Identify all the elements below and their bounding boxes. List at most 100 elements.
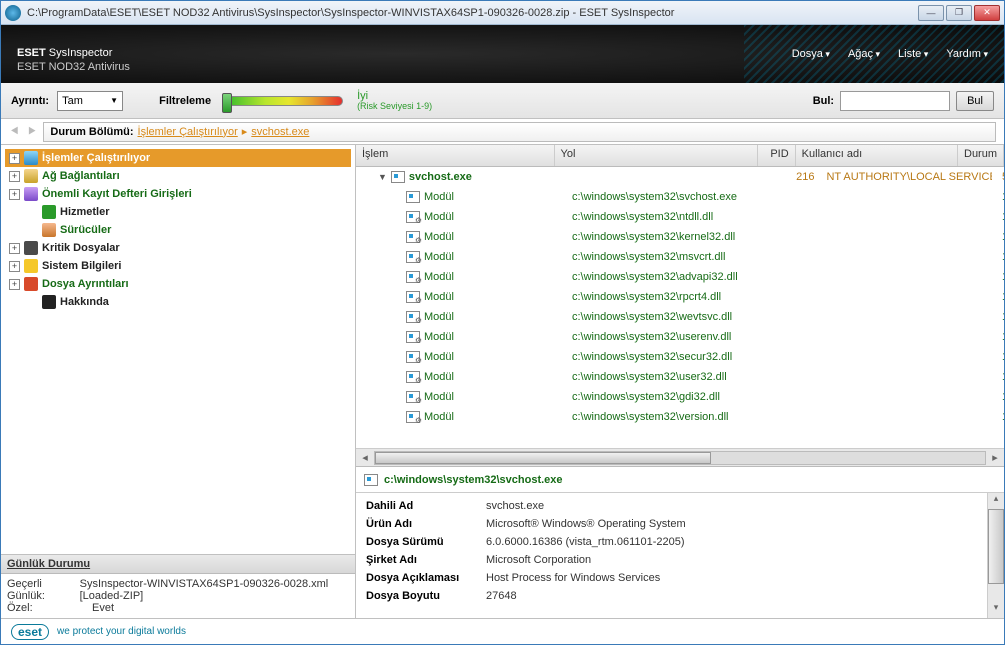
menu-tree[interactable]: Ağaç: [848, 48, 880, 60]
module-icon: [406, 411, 420, 423]
table-row-module[interactable]: Modülc:\windows\system32\version.dll1: İ…: [356, 407, 1004, 427]
details-path: c:\windows\system32\svchost.exe: [384, 474, 563, 486]
detail-label: Ayrıntı:: [11, 95, 49, 107]
tree-item-reg[interactable]: +Önemli Kayıt Defteri Girişleri: [5, 185, 351, 203]
tree-label: Hakkında: [60, 296, 109, 308]
scroll-thumb[interactable]: [375, 452, 711, 464]
nav-forward-icon[interactable]: ⯈: [26, 123, 37, 140]
table-row-module[interactable]: Modülc:\windows\system32\secur32.dll1: İ…: [356, 347, 1004, 367]
table-row-module[interactable]: Modülc:\windows\system32\gdi32.dll1: İyi: [356, 387, 1004, 407]
breadcrumb: Durum Bölümü: İşlemler Çalıştırılıyor ▸ …: [43, 122, 996, 142]
col-pid[interactable]: PID: [758, 145, 796, 166]
table-row-module[interactable]: Modülc:\windows\system32\msvcrt.dll1: İy…: [356, 247, 1004, 267]
log-key-special: Özel:: [7, 602, 92, 614]
close-button[interactable]: ✕: [974, 5, 1000, 21]
ic-svc-icon: [42, 205, 56, 219]
minimize-button[interactable]: —: [918, 5, 944, 21]
breadcrumb-part1[interactable]: İşlemler Çalıştırılıyor: [138, 126, 238, 138]
expand-icon[interactable]: +: [9, 153, 20, 164]
tree-item-net[interactable]: +Ağ Bağlantıları: [5, 167, 351, 185]
app-icon: [5, 5, 21, 21]
tree-label: Sürücüler: [60, 224, 111, 236]
banner: ESET SysInspector ESET NOD32 Antivirus D…: [1, 25, 1004, 83]
col-path[interactable]: Yol: [555, 145, 758, 166]
menu-file[interactable]: Dosya: [792, 48, 830, 60]
tree-item-file[interactable]: +Dosya Ayrıntıları: [5, 275, 351, 293]
breadcrumb-part2[interactable]: svchost.exe: [251, 126, 309, 138]
tree-item-sys[interactable]: +Sistem Bilgileri: [5, 257, 351, 275]
table-row-module[interactable]: Modülc:\windows\system32\rpcrt4.dll1: İy…: [356, 287, 1004, 307]
table-row-module[interactable]: Modülc:\windows\system32\user32.dll1: İy…: [356, 367, 1004, 387]
tree-item-drv[interactable]: Sürücüler: [5, 221, 351, 239]
expand-icon[interactable]: +: [9, 243, 20, 254]
tree-label: İşlemler Çalıştırılıyor: [42, 152, 150, 164]
table-row-module[interactable]: Modülc:\windows\system32\userenv.dll1: İ…: [356, 327, 1004, 347]
expand-icon[interactable]: [27, 207, 38, 218]
detail-row: Dosya AçıklamasıHost Process for Windows…: [366, 569, 994, 587]
log-key-current: Geçerli Günlük:: [7, 578, 80, 602]
table-row-module[interactable]: Modülc:\windows\system32\ntdll.dll1: İyi: [356, 207, 1004, 227]
toolbar: Ayrıntı: Tam Filtreleme İyi (Risk Seviye…: [1, 83, 1004, 119]
table-row-module[interactable]: Modülc:\windows\system32\wevtsvc.dll1: İ…: [356, 307, 1004, 327]
detail-row: Şirket AdıMicrosoft Corporation: [366, 551, 994, 569]
table-row-module[interactable]: Modülc:\windows\system32\svchost.exe1: İ…: [356, 187, 1004, 207]
detail-row: Dosya Sürümü6.0.6000.16386 (vista_rtm.06…: [366, 533, 994, 551]
window-title: C:\ProgramData\ESET\ESET NOD32 Antivirus…: [27, 7, 918, 19]
titlebar: C:\ProgramData\ESET\ESET NOD32 Antivirus…: [1, 1, 1004, 25]
grid-body[interactable]: ▼svchost.exe216NT AUTHORITY\LOCAL SERVIC…: [356, 167, 1004, 448]
brand-eset: ESET: [17, 47, 49, 59]
module-icon: [406, 191, 420, 203]
col-process[interactable]: İşlem: [356, 145, 555, 166]
tree-item-svc[interactable]: Hizmetler: [5, 203, 351, 221]
maximize-button[interactable]: ❐: [946, 5, 972, 21]
ic-about-icon: [42, 295, 56, 309]
expand-icon[interactable]: +: [9, 261, 20, 272]
col-user[interactable]: Kullanıcı adı: [796, 145, 958, 166]
ic-reg-icon: [24, 187, 38, 201]
log-val-current: SysInspector-WINVISTAX64SP1-090326-0028.…: [80, 578, 349, 602]
detail-row: Dahili Adsvchost.exe: [366, 497, 994, 515]
module-icon: [406, 351, 420, 363]
ic-drv-icon: [42, 223, 56, 237]
expand-icon[interactable]: +: [9, 171, 20, 182]
ic-file-icon: [24, 277, 38, 291]
tree-item-about[interactable]: Hakkında: [5, 293, 351, 311]
expand-icon[interactable]: [27, 225, 38, 236]
chevron-right-icon: ▸: [242, 125, 248, 138]
brand-product: SysInspector: [49, 47, 113, 59]
grid-header: İşlem Yol PID Kullanıcı adı Durum: [356, 145, 1004, 167]
footer: eset we protect your digital worlds: [1, 618, 1004, 644]
module-icon: [406, 231, 420, 243]
tree-item-crit[interactable]: +Kritik Dosyalar: [5, 239, 351, 257]
find-label: Bul:: [813, 95, 834, 107]
table-row-module[interactable]: Modülc:\windows\system32\advapi32.dll1: …: [356, 267, 1004, 287]
file-icon: [364, 474, 378, 486]
scroll-left-icon[interactable]: ◂: [356, 451, 374, 464]
expand-icon[interactable]: [27, 297, 38, 308]
find-input[interactable]: [840, 91, 950, 111]
tree-item-proc[interactable]: + İşlemler Çalıştırılıyor: [5, 149, 351, 167]
detail-dropdown[interactable]: Tam: [57, 91, 123, 111]
expand-icon[interactable]: +: [9, 189, 20, 200]
collapse-icon[interactable]: ▼: [378, 172, 387, 182]
menu-list[interactable]: Liste: [898, 48, 928, 60]
module-icon: [406, 331, 420, 343]
vertical-scrollbar[interactable]: ▴▾: [987, 493, 1004, 618]
filter-label: Filtreleme: [159, 95, 211, 107]
horizontal-scrollbar[interactable]: ◂ ▸: [356, 448, 1004, 466]
detail-row: Dosya Boyutu27648: [366, 587, 994, 605]
nav-back-icon[interactable]: ⯇: [9, 123, 20, 140]
expand-icon[interactable]: +: [9, 279, 20, 290]
module-icon: [406, 311, 420, 323]
find-button[interactable]: Bul: [956, 91, 994, 111]
table-row-process[interactable]: ▼svchost.exe216NT AUTHORITY\LOCAL SERVIC…: [356, 167, 1004, 187]
nav-row: ⯇ ⯈ Durum Bölümü: İşlemler Çalıştırılıyo…: [1, 119, 1004, 145]
scroll-right-icon[interactable]: ▸: [986, 451, 1004, 464]
col-status[interactable]: Durum: [958, 145, 1004, 166]
menu-help[interactable]: Yardım: [946, 48, 988, 60]
table-row-module[interactable]: Modülc:\windows\system32\kernel32.dll1: …: [356, 227, 1004, 247]
risk-slider[interactable]: [223, 96, 343, 106]
module-icon: [406, 291, 420, 303]
process-icon: [391, 171, 405, 183]
ic-net-icon: [24, 169, 38, 183]
